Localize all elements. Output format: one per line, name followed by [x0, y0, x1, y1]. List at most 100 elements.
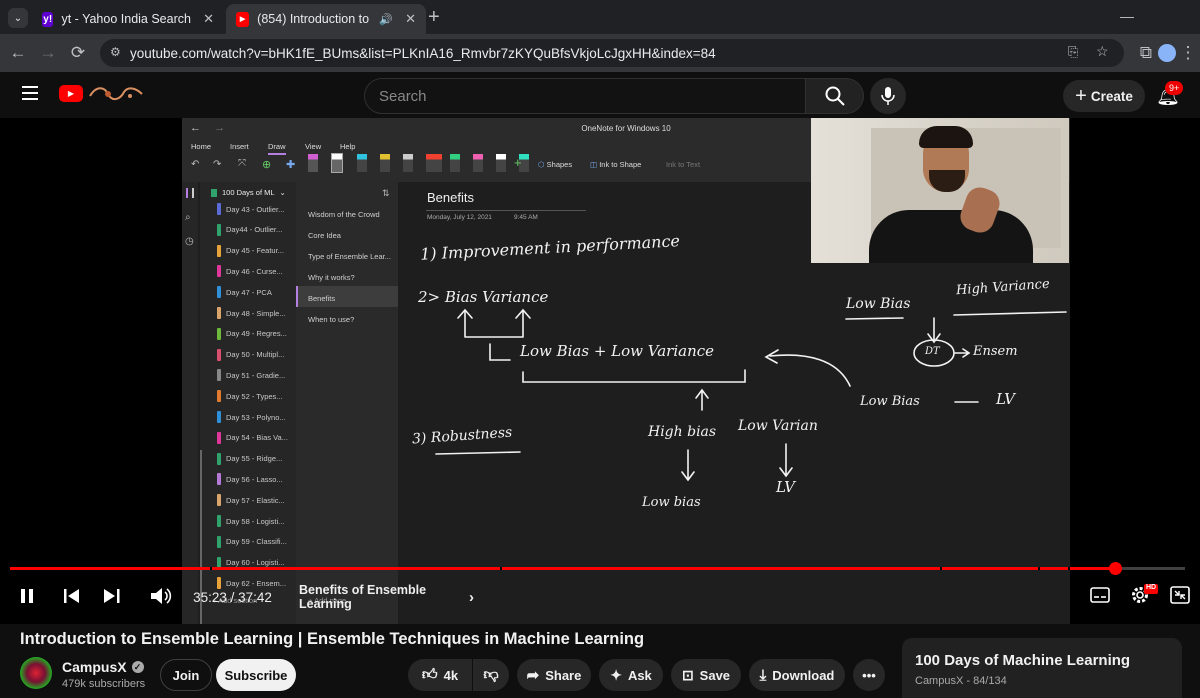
search-notes-icon: ⌕ [185, 212, 191, 223]
menu-insert: Insert [230, 142, 249, 151]
section-label: Day 47 - PCA [226, 287, 272, 297]
section-item: Day 50 - Multipl... [217, 348, 284, 361]
chapter-title: Benefits of Ensemble Learning [299, 583, 427, 611]
notebook-nav-rail: ⌕ ◷ [182, 182, 198, 624]
page-item: Why it works? [308, 273, 355, 282]
download-button[interactable]: ⤓ Download [749, 659, 845, 691]
section-item: Day44 - Outlier... [217, 223, 282, 236]
miniplayer-button[interactable] [1170, 586, 1190, 609]
ink-underline-goal [522, 369, 746, 383]
tab-search-chevron-icon[interactable]: ⌄ [8, 8, 28, 28]
channel-avatar[interactable] [20, 657, 52, 689]
install-app-icon[interactable]: ⎘ [1068, 44, 1078, 60]
section-item: Day 48 - Simple... [217, 307, 286, 319]
subscriber-count: 479k subscribers [62, 678, 146, 690]
redo-icon: ↷ [213, 159, 222, 170]
tab-yahoo[interactable]: y! yt - Yahoo India Search Results ✕ [32, 4, 224, 34]
search-button[interactable] [806, 78, 864, 114]
volume-icon [151, 588, 172, 604]
close-tab-icon[interactable]: ✕ [405, 11, 416, 27]
ask-button[interactable]: ✦ Ask [599, 659, 663, 691]
pause-button[interactable] [19, 588, 35, 609]
doodle-logo-icon[interactable] [86, 82, 144, 106]
reload-icon[interactable]: ⟳ [68, 43, 88, 63]
bookmark-star-icon[interactable]: ☆ [1096, 43, 1109, 60]
next-button[interactable] [103, 588, 121, 609]
url-field[interactable]: ⚙ youtube.com/watch?v=bHK1fE_BUms&list=P… [100, 39, 1124, 67]
youtube-icon: ▶ [236, 11, 250, 27]
shapes-button: ⬡ Shapes [538, 160, 573, 169]
pages-panel: ⇅ Wisdom of the Crowd Core Idea Type of … [296, 182, 398, 624]
pen-icon [331, 153, 343, 173]
download-label: Download [772, 667, 835, 683]
section-item: Day 54 - Bias Va... [217, 431, 288, 444]
ink-goal: Low Bias + Low Variance [520, 342, 715, 360]
hamburger-menu-icon[interactable] [22, 86, 38, 100]
dislike-button[interactable]: 👎︎ [473, 659, 509, 691]
speaker-icon[interactable]: 🔊 [379, 13, 393, 26]
section-color-tab [217, 307, 221, 319]
previous-button[interactable] [63, 588, 81, 609]
create-button[interactable]: + Create [1063, 80, 1145, 112]
forward-arrow-icon[interactable]: → [38, 43, 58, 63]
section-label: Day 56 - Lasso... [226, 474, 283, 484]
section-color-tab [217, 431, 221, 444]
extensions-icon[interactable]: ⧉ [1136, 43, 1156, 63]
section-label: Day 57 - Elastic... [226, 495, 285, 505]
page-item: Type of Ensemble Lear... [308, 252, 391, 261]
join-label: Join [172, 667, 200, 683]
section-label: Day 51 - Gradie... [226, 370, 286, 380]
back-arrow-icon[interactable]: ← [8, 43, 28, 63]
time-display: 35:23 / 37:42 [193, 589, 272, 605]
close-tab-icon[interactable]: ✕ [203, 11, 214, 27]
section-label: Day 53 - Polyno... [226, 412, 286, 422]
search-input[interactable]: Search [364, 78, 806, 114]
profile-avatar[interactable] [1158, 44, 1176, 62]
ink-up-arrow [695, 388, 709, 411]
voice-search-button[interactable] [870, 78, 906, 114]
section-item: Day 49 - Regres... [217, 327, 287, 340]
url-text: youtube.com/watch?v=bHK1fE_BUms&list=PLK… [130, 45, 716, 61]
join-button[interactable]: Join [160, 659, 212, 691]
chapter-marker [500, 567, 502, 570]
playlist-title: 100 Days of Machine Learning [915, 652, 1131, 669]
more-actions-button[interactable]: ••• [853, 659, 885, 691]
ink-bracket [457, 308, 531, 338]
recent-notes-icon: ◷ [185, 236, 194, 247]
browser-menu-icon[interactable]: ⋮ [1178, 43, 1198, 63]
youtube-logo[interactable]: ▶ [59, 85, 83, 102]
miniplayer-icon [1170, 586, 1190, 604]
like-button[interactable]: 👍︎ 4k [408, 659, 472, 691]
menu-draw: Draw [268, 142, 286, 155]
subscribe-button[interactable]: Subscribe [216, 659, 296, 691]
section-color-tab [217, 223, 221, 236]
playlist-panel[interactable]: 100 Days of Machine Learning CampusX - 8… [902, 638, 1182, 698]
ink-arrow-ensem [954, 348, 971, 358]
ink-curve-arrow [764, 349, 851, 387]
add-pen-icon: + [514, 155, 522, 170]
sparkle-icon: ✦ [610, 666, 622, 683]
next-icon [104, 589, 120, 603]
video-player[interactable]: ← → OneNote for Windows 10 Home Insert D… [0, 118, 1200, 624]
mute-button[interactable] [150, 586, 172, 611]
channel-name-link[interactable]: CampusX ✓ [62, 659, 144, 675]
new-tab-button[interactable]: + [428, 6, 440, 29]
scrubber-handle[interactable] [1109, 562, 1123, 575]
section-color-tab [217, 515, 221, 527]
minimize-icon[interactable]: — [1120, 8, 1134, 24]
section-label: Day 59 - Classifi... [226, 537, 287, 547]
ink-arrow-to-goal [489, 343, 511, 361]
previous-icon [64, 589, 79, 603]
tab-label: yt - Yahoo India Search Results [61, 12, 195, 26]
site-info-icon[interactable]: ⚙ [110, 45, 121, 59]
share-button[interactable]: ➦ Share [517, 659, 591, 691]
section-label: Day 58 - Logisti... [226, 516, 285, 526]
subtitles-button[interactable] [1090, 586, 1110, 609]
tab-youtube-active[interactable]: ▶ (854) Introduction to Ensem 🔊 ✕ [226, 4, 426, 34]
ink-down-arrow-1 [681, 449, 695, 482]
save-button[interactable]: ⊡ Save [671, 659, 741, 691]
video-title: Introduction to Ensemble Learning | Ense… [20, 630, 645, 648]
chapter-title-button[interactable]: Benefits of Ensemble Learning › [287, 583, 474, 611]
ink-right-low-bias: Low Bias [846, 296, 911, 312]
chapter-marker [1038, 567, 1040, 570]
